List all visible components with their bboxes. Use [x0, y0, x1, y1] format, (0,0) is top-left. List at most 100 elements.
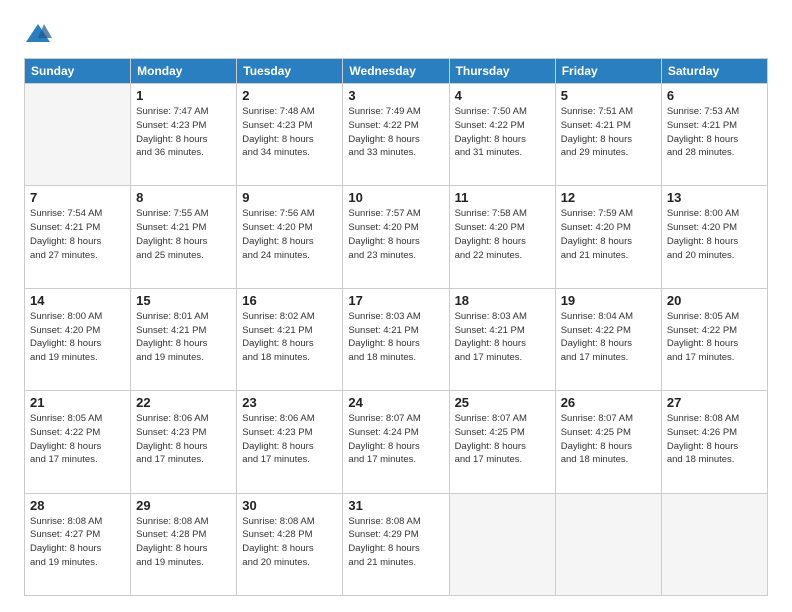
- day-info: Sunrise: 7:51 AM Sunset: 4:21 PM Dayligh…: [561, 105, 656, 160]
- calendar-cell: 26 Sunrise: 8:07 AM Sunset: 4:25 PM Dayli…: [555, 391, 661, 493]
- day-info: Sunrise: 8:08 AM Sunset: 4:27 PM Dayligh…: [30, 515, 125, 570]
- calendar-cell: 22 Sunrise: 8:06 AM Sunset: 4:23 PM Dayli…: [131, 391, 237, 493]
- day-number: 14: [30, 293, 125, 308]
- day-info: Sunrise: 7:57 AM Sunset: 4:20 PM Dayligh…: [348, 207, 443, 262]
- day-number: 25: [455, 395, 550, 410]
- calendar-cell: 1 Sunrise: 7:47 AM Sunset: 4:23 PM Daylig…: [131, 84, 237, 186]
- day-number: 26: [561, 395, 656, 410]
- day-number: 30: [242, 498, 337, 513]
- week-row-1: 1 Sunrise: 7:47 AM Sunset: 4:23 PM Daylig…: [25, 84, 768, 186]
- day-info: Sunrise: 8:07 AM Sunset: 4:24 PM Dayligh…: [348, 412, 443, 467]
- day-number: 19: [561, 293, 656, 308]
- week-row-3: 14 Sunrise: 8:00 AM Sunset: 4:20 PM Dayli…: [25, 288, 768, 390]
- day-info: Sunrise: 8:04 AM Sunset: 4:22 PM Dayligh…: [561, 310, 656, 365]
- day-number: 21: [30, 395, 125, 410]
- calendar-cell: 13 Sunrise: 8:00 AM Sunset: 4:20 PM Dayli…: [661, 186, 767, 288]
- day-number: 20: [667, 293, 762, 308]
- day-number: 6: [667, 88, 762, 103]
- day-info: Sunrise: 8:08 AM Sunset: 4:29 PM Dayligh…: [348, 515, 443, 570]
- day-info: Sunrise: 7:47 AM Sunset: 4:23 PM Dayligh…: [136, 105, 231, 160]
- day-info: Sunrise: 7:59 AM Sunset: 4:20 PM Dayligh…: [561, 207, 656, 262]
- calendar-cell: 12 Sunrise: 7:59 AM Sunset: 4:20 PM Dayli…: [555, 186, 661, 288]
- calendar-cell: 4 Sunrise: 7:50 AM Sunset: 4:22 PM Daylig…: [449, 84, 555, 186]
- calendar-cell: 17 Sunrise: 8:03 AM Sunset: 4:21 PM Dayli…: [343, 288, 449, 390]
- calendar-cell: 6 Sunrise: 7:53 AM Sunset: 4:21 PM Daylig…: [661, 84, 767, 186]
- day-info: Sunrise: 8:08 AM Sunset: 4:28 PM Dayligh…: [242, 515, 337, 570]
- day-info: Sunrise: 8:05 AM Sunset: 4:22 PM Dayligh…: [667, 310, 762, 365]
- weekday-header-saturday: Saturday: [661, 59, 767, 84]
- page: SundayMondayTuesdayWednesdayThursdayFrid…: [0, 0, 792, 612]
- logo-icon: [24, 20, 52, 48]
- day-number: 3: [348, 88, 443, 103]
- calendar-cell: 3 Sunrise: 7:49 AM Sunset: 4:22 PM Daylig…: [343, 84, 449, 186]
- day-info: Sunrise: 7:50 AM Sunset: 4:22 PM Dayligh…: [455, 105, 550, 160]
- day-info: Sunrise: 8:05 AM Sunset: 4:22 PM Dayligh…: [30, 412, 125, 467]
- calendar-cell: 28 Sunrise: 8:08 AM Sunset: 4:27 PM Dayli…: [25, 493, 131, 595]
- calendar-cell: 27 Sunrise: 8:08 AM Sunset: 4:26 PM Dayli…: [661, 391, 767, 493]
- day-info: Sunrise: 8:06 AM Sunset: 4:23 PM Dayligh…: [242, 412, 337, 467]
- calendar-cell: 9Sunrise: 7:56 AM Sunset: 4:20 PM Daylig…: [237, 186, 343, 288]
- weekday-header-sunday: Sunday: [25, 59, 131, 84]
- day-info: Sunrise: 7:58 AM Sunset: 4:20 PM Dayligh…: [455, 207, 550, 262]
- calendar-cell: 20 Sunrise: 8:05 AM Sunset: 4:22 PM Dayli…: [661, 288, 767, 390]
- day-number: 1: [136, 88, 231, 103]
- weekday-header-friday: Friday: [555, 59, 661, 84]
- day-number: 7: [30, 190, 125, 205]
- day-number: 18: [455, 293, 550, 308]
- day-info: Sunrise: 7:54 AM Sunset: 4:21 PM Dayligh…: [30, 207, 125, 262]
- day-number: 11: [455, 190, 550, 205]
- day-number: 29: [136, 498, 231, 513]
- day-number: 15: [136, 293, 231, 308]
- day-info: Sunrise: 7:56 AM Sunset: 4:20 PM Dayligh…: [242, 207, 337, 262]
- day-info: Sunrise: 8:03 AM Sunset: 4:21 PM Dayligh…: [455, 310, 550, 365]
- calendar-table: SundayMondayTuesdayWednesdayThursdayFrid…: [24, 58, 768, 596]
- day-info: Sunrise: 8:03 AM Sunset: 4:21 PM Dayligh…: [348, 310, 443, 365]
- calendar-cell: [661, 493, 767, 595]
- calendar-cell: 8 Sunrise: 7:55 AM Sunset: 4:21 PM Daylig…: [131, 186, 237, 288]
- weekday-header-row: SundayMondayTuesdayWednesdayThursdayFrid…: [25, 59, 768, 84]
- header: [24, 20, 768, 48]
- day-info: Sunrise: 8:01 AM Sunset: 4:21 PM Dayligh…: [136, 310, 231, 365]
- calendar-cell: 11 Sunrise: 7:58 AM Sunset: 4:20 PM Dayli…: [449, 186, 555, 288]
- day-info: Sunrise: 8:00 AM Sunset: 4:20 PM Dayligh…: [30, 310, 125, 365]
- day-number: 12: [561, 190, 656, 205]
- calendar-cell: 24Sunrise: 8:07 AM Sunset: 4:24 PM Dayli…: [343, 391, 449, 493]
- day-info: Sunrise: 8:02 AM Sunset: 4:21 PM Dayligh…: [242, 310, 337, 365]
- day-number: 4: [455, 88, 550, 103]
- weekday-header-tuesday: Tuesday: [237, 59, 343, 84]
- day-info: Sunrise: 8:00 AM Sunset: 4:20 PM Dayligh…: [667, 207, 762, 262]
- day-info: Sunrise: 7:53 AM Sunset: 4:21 PM Dayligh…: [667, 105, 762, 160]
- calendar-cell: [555, 493, 661, 595]
- week-row-4: 21 Sunrise: 8:05 AM Sunset: 4:22 PM Dayli…: [25, 391, 768, 493]
- day-info: Sunrise: 7:49 AM Sunset: 4:22 PM Dayligh…: [348, 105, 443, 160]
- calendar-cell: 30 Sunrise: 8:08 AM Sunset: 4:28 PM Dayli…: [237, 493, 343, 595]
- day-info: Sunrise: 8:07 AM Sunset: 4:25 PM Dayligh…: [455, 412, 550, 467]
- day-number: 28: [30, 498, 125, 513]
- day-number: 17: [348, 293, 443, 308]
- day-number: 13: [667, 190, 762, 205]
- day-info: Sunrise: 7:55 AM Sunset: 4:21 PM Dayligh…: [136, 207, 231, 262]
- day-number: 8: [136, 190, 231, 205]
- calendar-cell: 10Sunrise: 7:57 AM Sunset: 4:20 PM Dayli…: [343, 186, 449, 288]
- day-info: Sunrise: 8:07 AM Sunset: 4:25 PM Dayligh…: [561, 412, 656, 467]
- week-row-2: 7 Sunrise: 7:54 AM Sunset: 4:21 PM Daylig…: [25, 186, 768, 288]
- calendar-cell: 23Sunrise: 8:06 AM Sunset: 4:23 PM Dayli…: [237, 391, 343, 493]
- calendar-cell: 2Sunrise: 7:48 AM Sunset: 4:23 PM Daylig…: [237, 84, 343, 186]
- day-number: 16: [242, 293, 337, 308]
- day-number: 31: [348, 498, 443, 513]
- calendar-cell: 25 Sunrise: 8:07 AM Sunset: 4:25 PM Dayli…: [449, 391, 555, 493]
- calendar-cell: 19 Sunrise: 8:04 AM Sunset: 4:22 PM Dayli…: [555, 288, 661, 390]
- calendar-cell: 14 Sunrise: 8:00 AM Sunset: 4:20 PM Dayli…: [25, 288, 131, 390]
- calendar-cell: [25, 84, 131, 186]
- calendar-cell: 5 Sunrise: 7:51 AM Sunset: 4:21 PM Daylig…: [555, 84, 661, 186]
- day-number: 22: [136, 395, 231, 410]
- day-info: Sunrise: 8:08 AM Sunset: 4:26 PM Dayligh…: [667, 412, 762, 467]
- day-info: Sunrise: 8:06 AM Sunset: 4:23 PM Dayligh…: [136, 412, 231, 467]
- day-number: 27: [667, 395, 762, 410]
- weekday-header-thursday: Thursday: [449, 59, 555, 84]
- weekday-header-monday: Monday: [131, 59, 237, 84]
- calendar-cell: 15 Sunrise: 8:01 AM Sunset: 4:21 PM Dayli…: [131, 288, 237, 390]
- day-info: Sunrise: 7:48 AM Sunset: 4:23 PM Dayligh…: [242, 105, 337, 160]
- day-info: Sunrise: 8:08 AM Sunset: 4:28 PM Dayligh…: [136, 515, 231, 570]
- day-number: 5: [561, 88, 656, 103]
